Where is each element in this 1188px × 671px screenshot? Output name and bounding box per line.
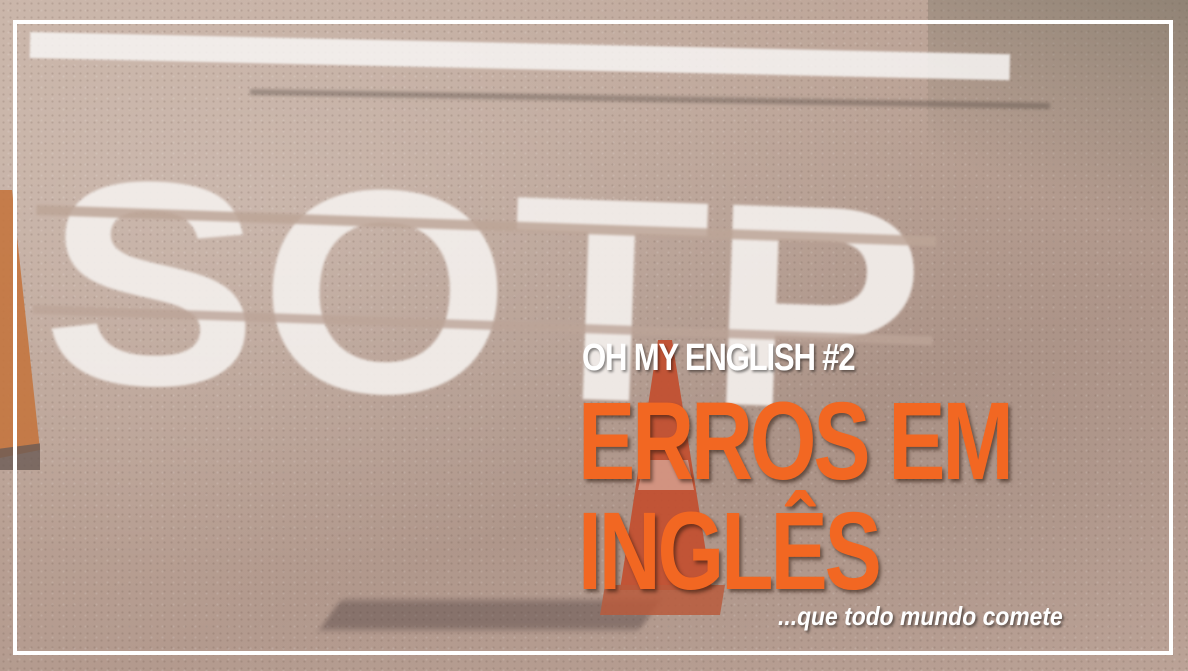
tagline: ...que todo mundo comete: [778, 601, 1063, 631]
roadside-grass: [928, 0, 1188, 260]
series-label: OH MY ENGLISH #2: [582, 337, 856, 379]
traffic-cone-left: [0, 180, 50, 470]
headline-line-1: ERROS EM: [578, 380, 1014, 503]
headline-line-2: INGLÊS: [578, 490, 882, 613]
